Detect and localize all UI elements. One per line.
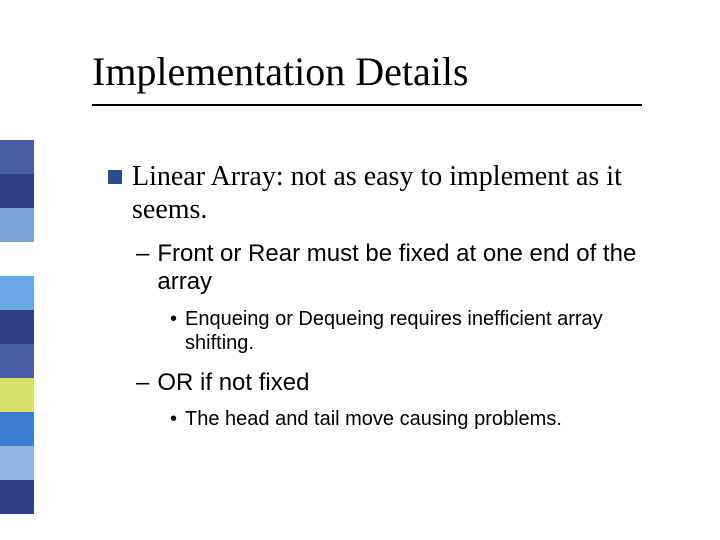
bullet-level3: • The head and tail move causing problem… (170, 407, 660, 431)
title-underline (92, 104, 642, 106)
deco-square (0, 310, 34, 344)
deco-square (0, 480, 34, 514)
square-bullet-icon (108, 170, 122, 184)
bullet-text: OR if not fixed (157, 369, 309, 397)
deco-square (0, 412, 34, 446)
deco-square (0, 378, 34, 412)
deco-square (0, 174, 34, 208)
bullet-level2: – Front or Rear must be fixed at one end… (136, 240, 660, 297)
decorative-sidebar (0, 140, 34, 514)
bullet-level1: Linear Array: not as easy to implement a… (108, 160, 660, 226)
deco-square (0, 276, 34, 310)
bullet-text: The head and tail move causing problems. (185, 407, 562, 431)
deco-square (0, 208, 34, 242)
bullet-level3: • Enqueing or Dequeing requires ineffici… (170, 307, 660, 355)
slide-title: Implementation Details (92, 50, 469, 94)
bullet-text: Linear Array: not as easy to implement a… (132, 160, 660, 226)
bullet-level2: – OR if not fixed (136, 369, 660, 397)
deco-square (0, 344, 34, 378)
dash-bullet-icon: – (136, 369, 149, 397)
bullet-text: Front or Rear must be fixed at one end o… (157, 240, 660, 297)
slide-body: Linear Array: not as easy to implement a… (108, 160, 660, 445)
dot-bullet-icon: • (170, 407, 177, 431)
dot-bullet-icon: • (170, 307, 177, 331)
deco-square (0, 446, 34, 480)
deco-square (0, 140, 34, 174)
bullet-text: Enqueing or Dequeing requires inefficien… (185, 307, 660, 355)
slide: Implementation Details Linear Array: not… (0, 0, 720, 540)
deco-square (0, 242, 34, 276)
dash-bullet-icon: – (136, 240, 149, 268)
